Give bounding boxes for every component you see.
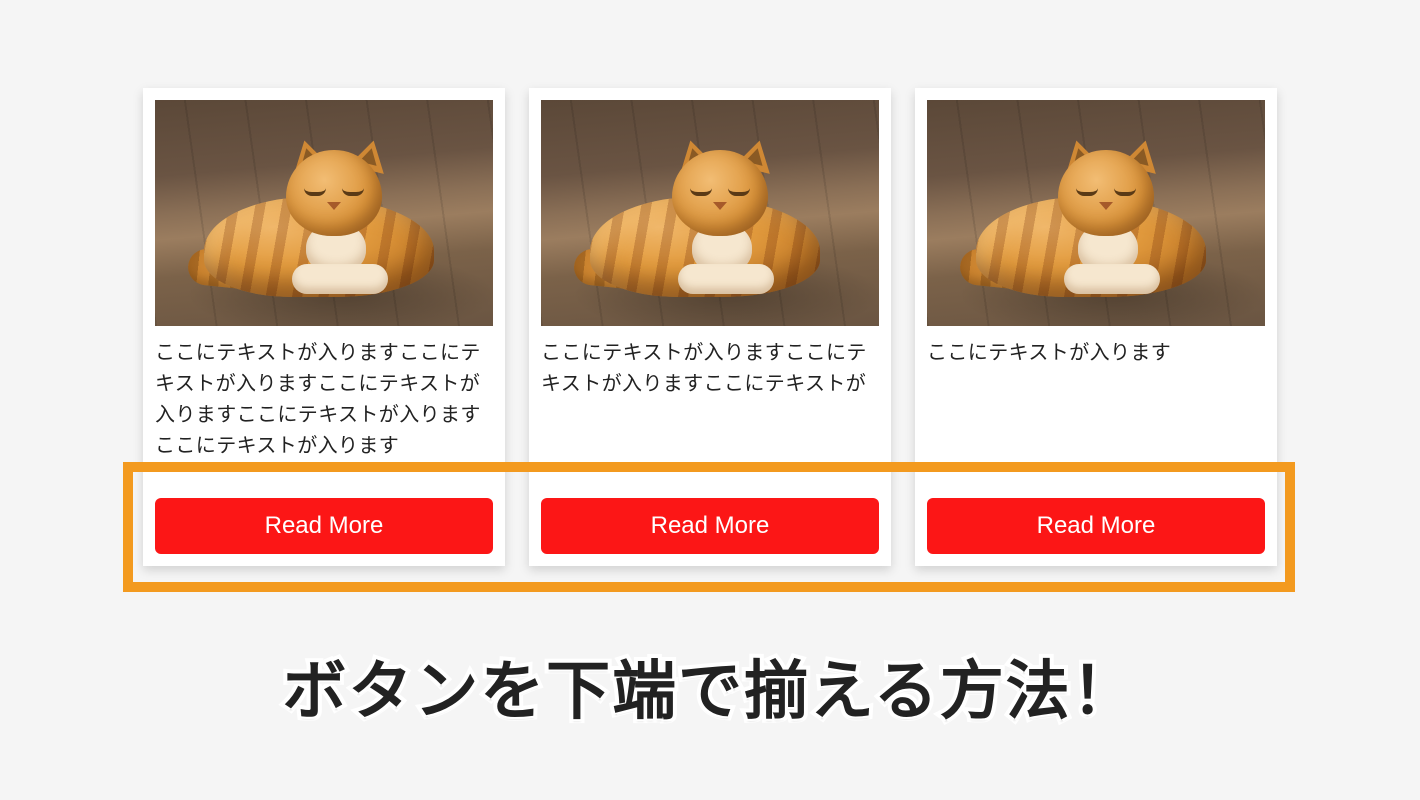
cat-icon [966,142,1226,312]
card-2: ここにテキストが入りますここにテキストが入りますここにテキストが Read Mo… [529,88,891,566]
read-more-button[interactable]: Read More [541,498,879,554]
read-more-button[interactable]: Read More [927,498,1265,554]
headline-text: ボタンを下端で揃える方法！ [0,640,1420,732]
card-text: ここにテキストが入りますここにテキストが入りますここにテキストが [541,338,879,488]
card-row: ここにテキストが入りますここにテキストが入りますここにテキストが入りますここにテ… [0,0,1420,566]
cat-icon [194,142,454,312]
card-3: ここにテキストが入ります Read More [915,88,1277,566]
cat-icon [580,142,840,312]
card-image [155,100,493,326]
read-more-button[interactable]: Read More [155,498,493,554]
card-text: ここにテキストが入りますここにテキストが入りますここにテキストが入りますここにテ… [155,338,493,488]
card-image [927,100,1265,326]
card-text: ここにテキストが入ります [927,338,1265,488]
card-image [541,100,879,326]
card-1: ここにテキストが入りますここにテキストが入りますここにテキストが入りますここにテ… [143,88,505,566]
